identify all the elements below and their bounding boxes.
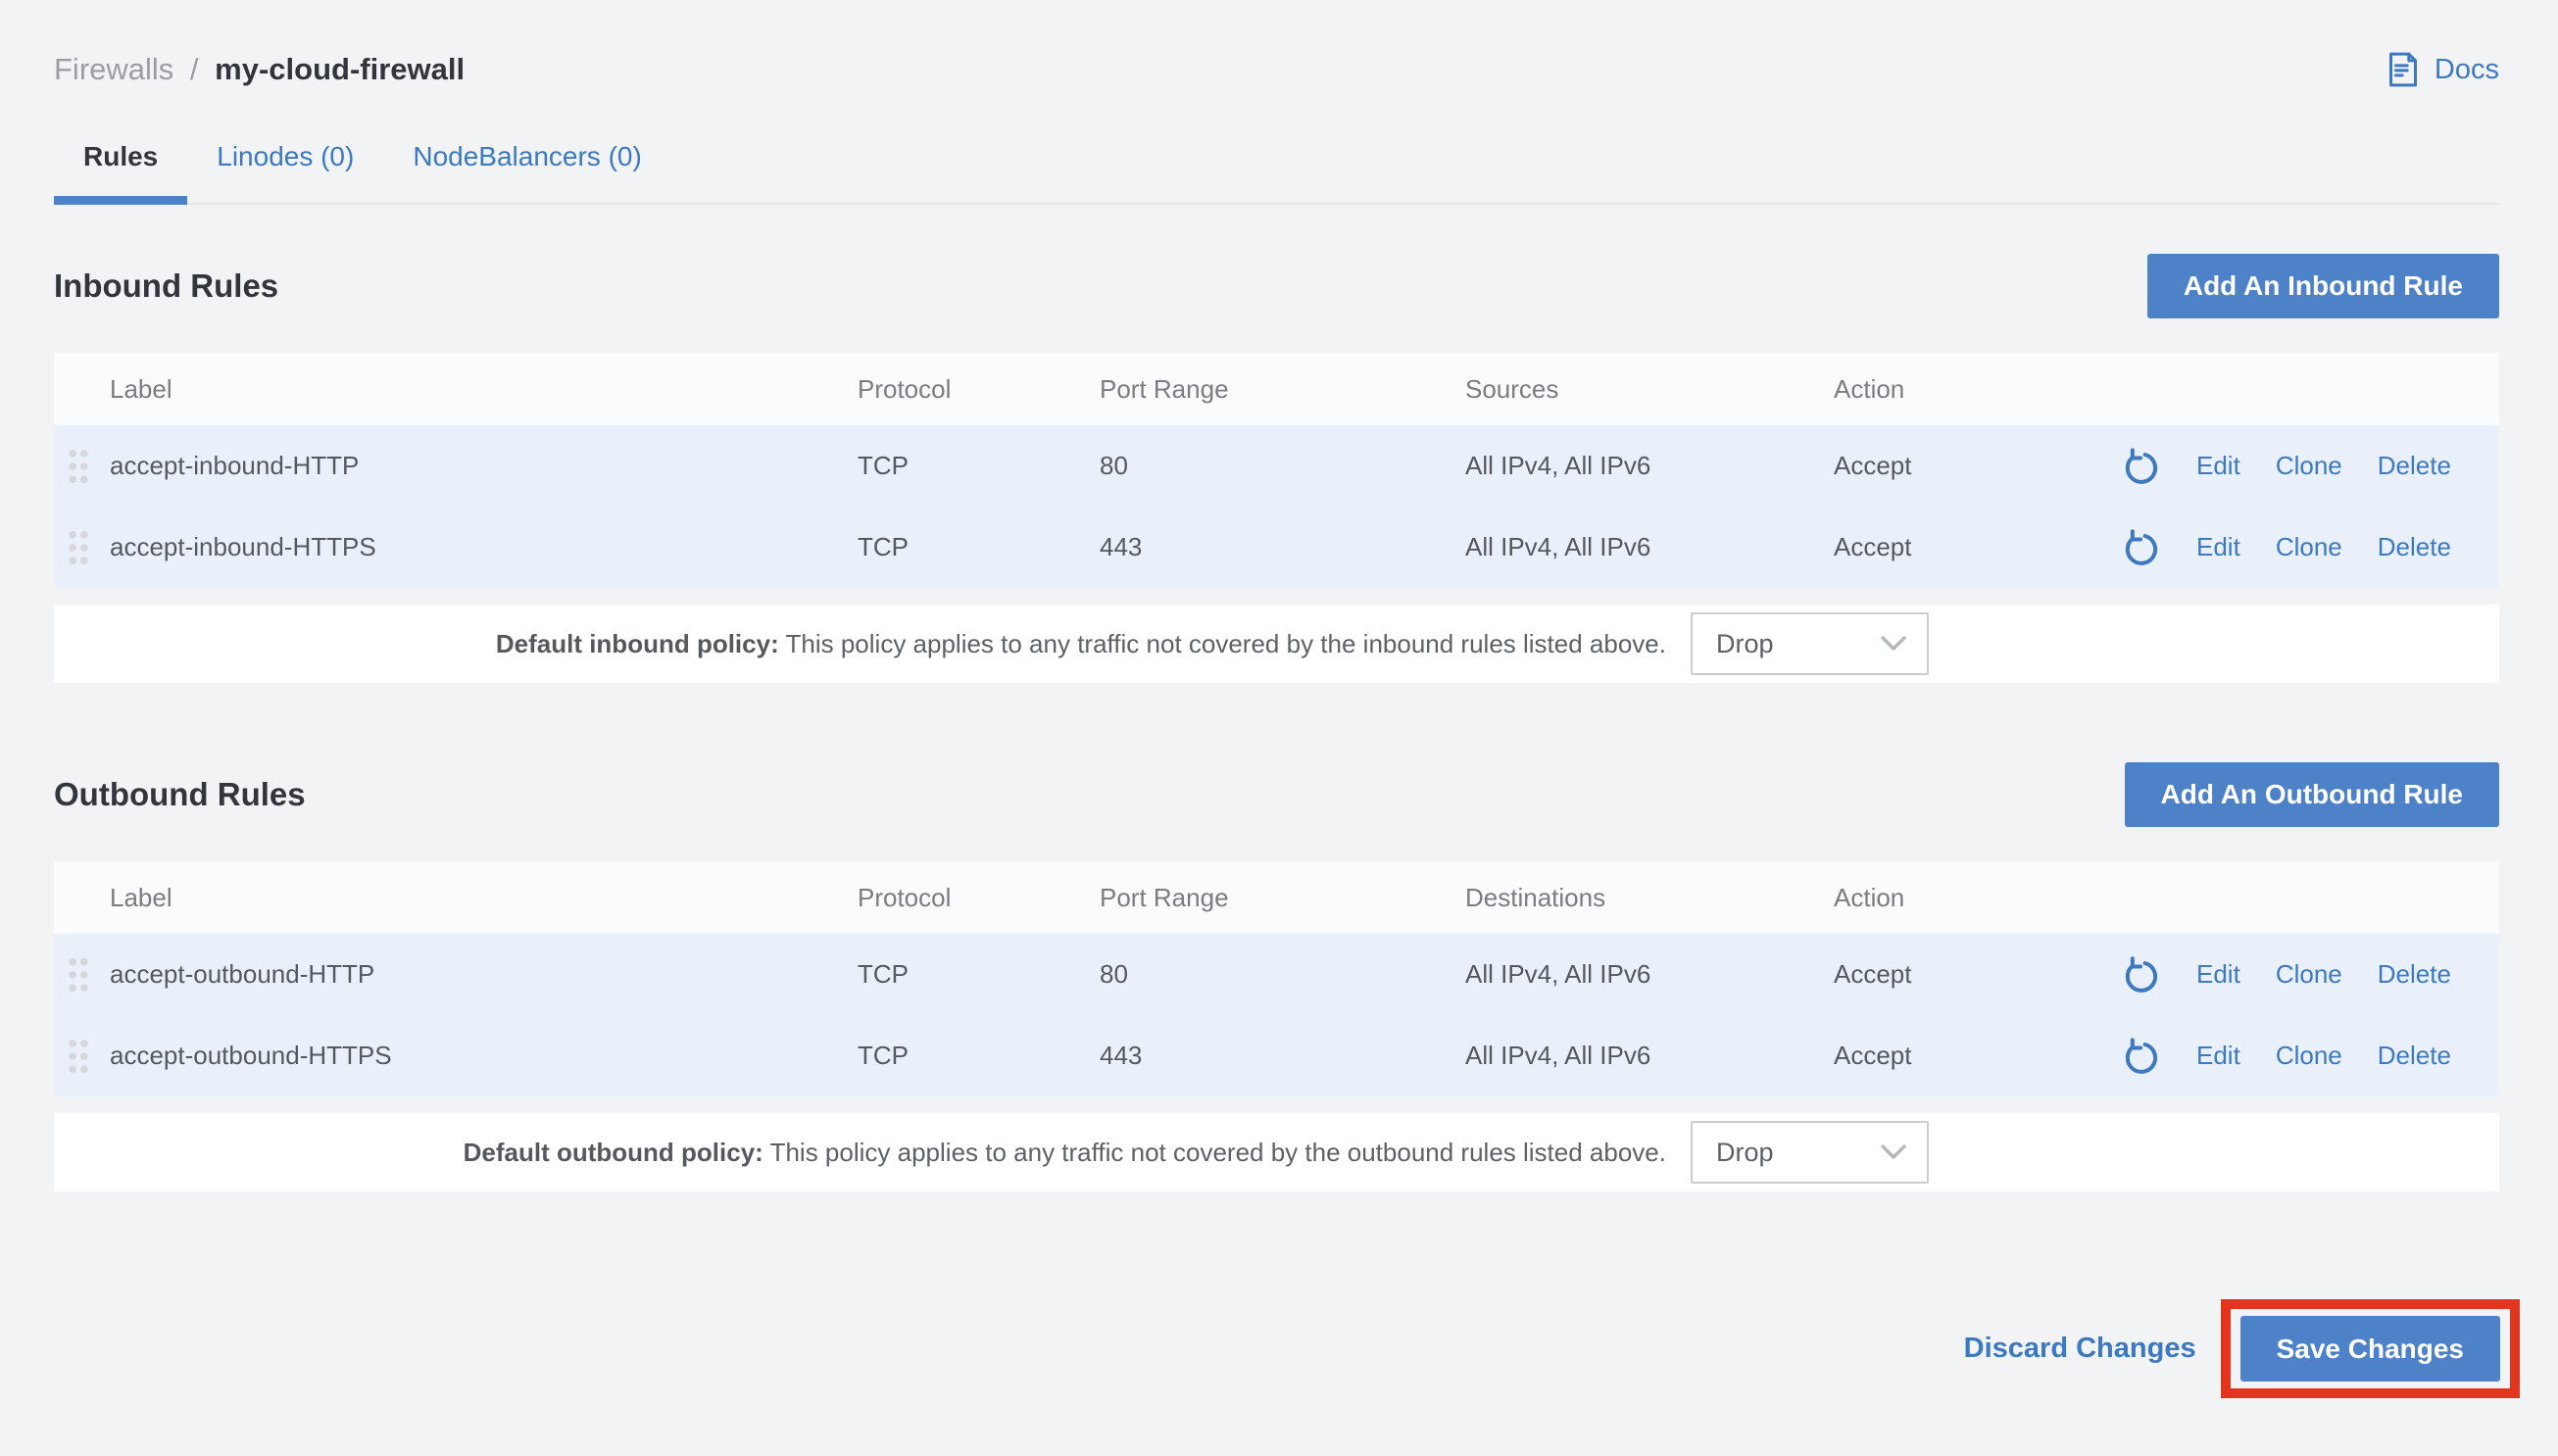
- clone-link[interactable]: Clone: [2276, 532, 2342, 562]
- topbar: Firewalls / my-cloud-firewall Docs: [54, 47, 2499, 92]
- undo-icon[interactable]: [2122, 528, 2161, 567]
- inbound-policy-value: Drop: [1716, 629, 1774, 659]
- delete-link[interactable]: Delete: [2378, 959, 2451, 990]
- column-header-label: Label: [110, 374, 858, 405]
- column-header-sources: Sources: [1465, 374, 1834, 405]
- docs-label: Docs: [2435, 54, 2499, 86]
- tab-rules[interactable]: Rules: [54, 135, 187, 203]
- delete-link[interactable]: Delete: [2378, 1041, 2451, 1071]
- rule-label: accept-outbound-HTTP: [110, 959, 858, 990]
- outbound-section-header: Outbound Rules Add An Outbound Rule: [54, 762, 2499, 827]
- table-row: accept-inbound-HTTP TCP 80 All IPv4, All…: [54, 425, 2499, 507]
- inbound-policy-description: This policy applies to any traffic not c…: [786, 629, 1667, 658]
- rule-port: 443: [1100, 1041, 1465, 1071]
- rule-sources: All IPv4, All IPv6: [1465, 532, 1834, 562]
- rule-protocol: TCP: [858, 532, 1100, 562]
- rule-sources: All IPv4, All IPv6: [1465, 451, 1834, 481]
- table-row: accept-outbound-HTTPS TCP 443 All IPv4, …: [54, 1015, 2499, 1096]
- delete-link[interactable]: Delete: [2378, 451, 2451, 481]
- column-header-label: Label: [110, 883, 858, 913]
- inbound-policy-label: Default inbound policy:: [496, 629, 779, 658]
- outbound-policy-value: Drop: [1716, 1138, 1774, 1168]
- column-header-protocol: Protocol: [858, 374, 1100, 405]
- rule-label: accept-inbound-HTTP: [110, 451, 858, 481]
- delete-link[interactable]: Delete: [2378, 532, 2451, 562]
- add-outbound-rule-button[interactable]: Add An Outbound Rule: [2125, 762, 2499, 827]
- inbound-section-header: Inbound Rules Add An Inbound Rule: [54, 254, 2499, 318]
- rule-label: accept-outbound-HTTPS: [110, 1041, 858, 1071]
- drag-handle-icon[interactable]: [67, 448, 90, 485]
- rule-action: Accept: [1834, 451, 2097, 481]
- docs-link[interactable]: Docs: [2384, 50, 2499, 89]
- column-header-port-range: Port Range: [1100, 883, 1465, 913]
- inbound-rules-title: Inbound Rules: [54, 267, 278, 305]
- column-header-action: Action: [1834, 883, 2097, 913]
- rule-label: accept-inbound-HTTPS: [110, 532, 858, 562]
- inbound-policy-select[interactable]: Drop: [1691, 612, 1929, 675]
- document-icon: [2384, 50, 2423, 89]
- drag-handle-icon[interactable]: [67, 956, 90, 994]
- rule-destinations: All IPv4, All IPv6: [1465, 959, 1834, 990]
- add-inbound-rule-button[interactable]: Add An Inbound Rule: [2147, 254, 2499, 318]
- inbound-policy-row: Default inbound policy: This policy appl…: [54, 605, 2499, 683]
- discard-changes-link[interactable]: Discard Changes: [1964, 1333, 2196, 1365]
- drag-handle-icon[interactable]: [67, 529, 90, 566]
- breadcrumb-current: my-cloud-firewall: [215, 52, 465, 86]
- inbound-rules-table: Label Protocol Port Range Sources Action: [54, 353, 2499, 683]
- inbound-table-header: Label Protocol Port Range Sources Action: [54, 353, 2499, 425]
- rule-action: Accept: [1834, 959, 2097, 990]
- clone-link[interactable]: Clone: [2276, 451, 2342, 481]
- undo-icon[interactable]: [2122, 447, 2161, 486]
- breadcrumb: Firewalls / my-cloud-firewall: [54, 52, 465, 87]
- tab-nodebalancers[interactable]: NodeBalancers (0): [383, 135, 670, 203]
- table-row: accept-inbound-HTTPS TCP 443 All IPv4, A…: [54, 507, 2499, 588]
- outbound-policy-description: This policy applies to any traffic not c…: [770, 1138, 1666, 1167]
- chevron-down-icon: [1880, 1138, 1907, 1168]
- clone-link[interactable]: Clone: [2276, 959, 2342, 990]
- rule-protocol: TCP: [858, 959, 1100, 990]
- column-header-action: Action: [1834, 374, 2097, 405]
- outbound-policy-row: Default outbound policy: This policy app…: [54, 1113, 2499, 1191]
- footer-actions: Discard Changes Save Changes: [54, 1299, 2499, 1398]
- breadcrumb-firewalls-link[interactable]: Firewalls: [54, 52, 173, 86]
- column-header-port-range: Port Range: [1100, 374, 1465, 405]
- rule-destinations: All IPv4, All IPv6: [1465, 1041, 1834, 1071]
- edit-link[interactable]: Edit: [2196, 959, 2240, 990]
- outbound-policy-select[interactable]: Drop: [1691, 1121, 1929, 1184]
- breadcrumb-separator: /: [190, 52, 199, 86]
- undo-icon[interactable]: [2122, 1037, 2161, 1076]
- rule-action: Accept: [1834, 532, 2097, 562]
- undo-icon[interactable]: [2122, 955, 2161, 995]
- rule-port: 80: [1100, 959, 1465, 990]
- outbound-policy-label: Default outbound policy:: [464, 1138, 763, 1167]
- column-header-destinations: Destinations: [1465, 883, 1834, 913]
- edit-link[interactable]: Edit: [2196, 1041, 2240, 1071]
- rule-port: 443: [1100, 532, 1465, 562]
- outbound-rules-table: Label Protocol Port Range Destinations A…: [54, 861, 2499, 1191]
- column-header-protocol: Protocol: [858, 883, 1100, 913]
- table-row: accept-outbound-HTTP TCP 80 All IPv4, Al…: [54, 934, 2499, 1015]
- clone-link[interactable]: Clone: [2276, 1041, 2342, 1071]
- tab-linodes[interactable]: Linodes (0): [187, 135, 383, 203]
- rule-protocol: TCP: [858, 1041, 1100, 1071]
- outbound-table-header: Label Protocol Port Range Destinations A…: [54, 861, 2499, 934]
- edit-link[interactable]: Edit: [2196, 451, 2240, 481]
- rule-protocol: TCP: [858, 451, 1100, 481]
- annotation-highlight: Save Changes: [2221, 1299, 2520, 1398]
- drag-handle-icon[interactable]: [67, 1038, 90, 1075]
- outbound-rules-title: Outbound Rules: [54, 776, 306, 813]
- chevron-down-icon: [1880, 629, 1907, 659]
- rule-action: Accept: [1834, 1041, 2097, 1071]
- tab-bar: Rules Linodes (0) NodeBalancers (0): [54, 135, 2499, 205]
- edit-link[interactable]: Edit: [2196, 532, 2240, 562]
- firewall-detail-page: Firewalls / my-cloud-firewall Docs: [0, 0, 2558, 1456]
- save-changes-button[interactable]: Save Changes: [2240, 1316, 2500, 1382]
- rule-port: 80: [1100, 451, 1465, 481]
